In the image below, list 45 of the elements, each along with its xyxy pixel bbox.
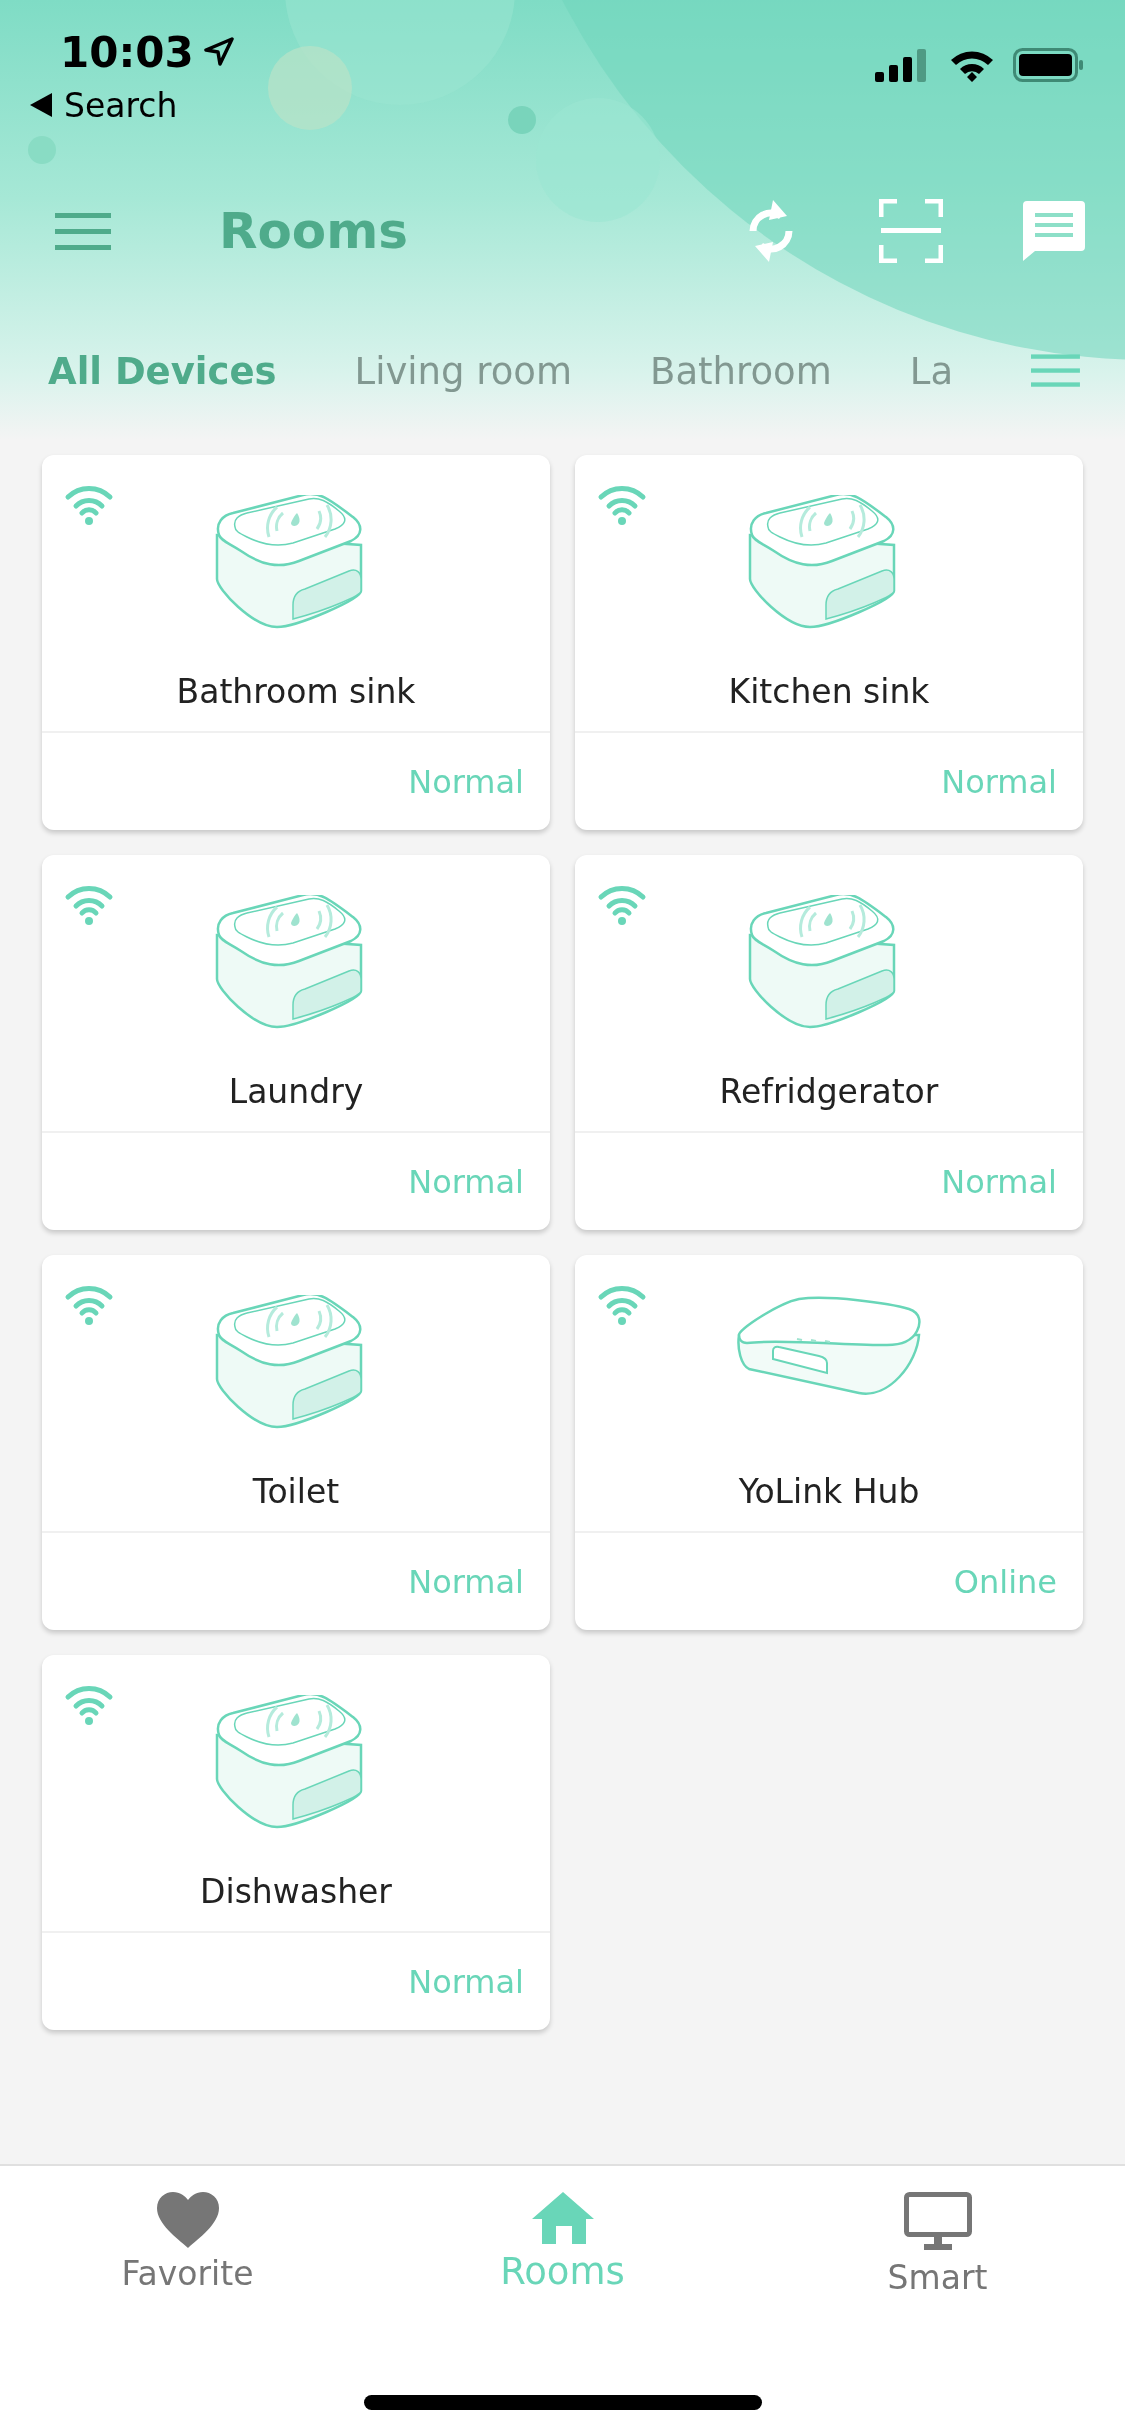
wifi-icon [597, 1285, 647, 1325]
device-card[interactable]: YoLink Hub Online [575, 1255, 1083, 1630]
device-name: Refridgerator [719, 1072, 939, 1111]
message-icon[interactable] [1023, 201, 1085, 261]
wifi-icon [64, 1685, 114, 1725]
wifi-icon [64, 885, 114, 925]
device-card[interactable]: Refridgerator Normal [575, 855, 1083, 1230]
device-status: Normal [408, 1562, 524, 1601]
device-name: YoLink Hub [738, 1472, 920, 1511]
nav-tab[interactable]: Smart [750, 2192, 1125, 2297]
device-status: Normal [941, 762, 1057, 801]
device-name: Dishwasher [200, 1872, 392, 1911]
monitor-icon [903, 2192, 972, 2252]
device-name: Toilet [252, 1472, 340, 1511]
device-name: Kitchen sink [728, 672, 930, 711]
heart-icon [156, 2192, 219, 2248]
device-status: Normal [408, 762, 524, 801]
wifi-status-icon [949, 48, 995, 82]
back-triangle-icon[interactable] [30, 93, 52, 117]
device-name: Bathroom sink [176, 672, 416, 711]
device-status: Normal [941, 1162, 1057, 1201]
tab-menu-icon[interactable] [1031, 352, 1080, 390]
wifi-icon [64, 1285, 114, 1325]
nav-tab[interactable]: Favorite [0, 2192, 375, 2297]
device-status: Normal [408, 1962, 524, 2001]
home-icon [531, 2192, 594, 2244]
location-arrow-icon [203, 37, 234, 67]
bubble [28, 136, 56, 164]
device-status: Normal [408, 1162, 524, 1201]
page-title: Rooms [219, 202, 410, 260]
wifi-icon [64, 485, 114, 525]
menu-icon[interactable] [55, 211, 111, 251]
device-card[interactable]: Kitchen sink Normal [575, 455, 1083, 830]
wifi-icon [597, 885, 647, 925]
device-card[interactable]: Laundry Normal [42, 855, 550, 1230]
device-status: Online [953, 1562, 1057, 1601]
back-link[interactable]: Search [64, 85, 178, 125]
device-card[interactable]: Toilet Normal [42, 1255, 550, 1630]
scan-icon[interactable] [879, 199, 943, 263]
device-name: Laundry [228, 1072, 364, 1111]
device-card[interactable]: Bathroom sink Normal [42, 455, 550, 830]
status-time: 10:03 [60, 27, 194, 77]
wifi-icon [597, 485, 647, 525]
device-card[interactable]: Dishwasher Normal [42, 1655, 550, 2030]
battery-icon [1013, 48, 1085, 82]
